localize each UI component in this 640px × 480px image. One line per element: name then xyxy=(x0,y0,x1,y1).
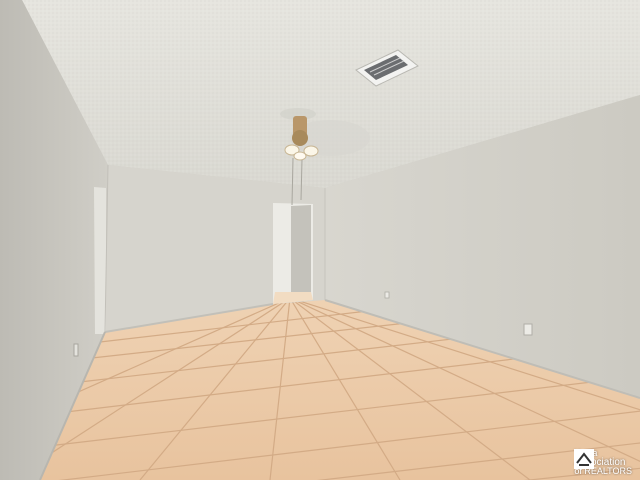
realtor-watermark: Yuma Association of REALTORS xyxy=(574,449,632,476)
outlet-back-wall xyxy=(384,291,390,299)
room-illustration xyxy=(0,0,640,480)
room-photo: Yuma Association of REALTORS xyxy=(0,0,640,480)
outlet-left-wall xyxy=(73,343,79,357)
realtor-logo-icon xyxy=(574,449,595,469)
hallway-wall xyxy=(291,205,311,292)
left-doorway xyxy=(94,187,106,334)
outlet-right-wall xyxy=(523,323,533,336)
